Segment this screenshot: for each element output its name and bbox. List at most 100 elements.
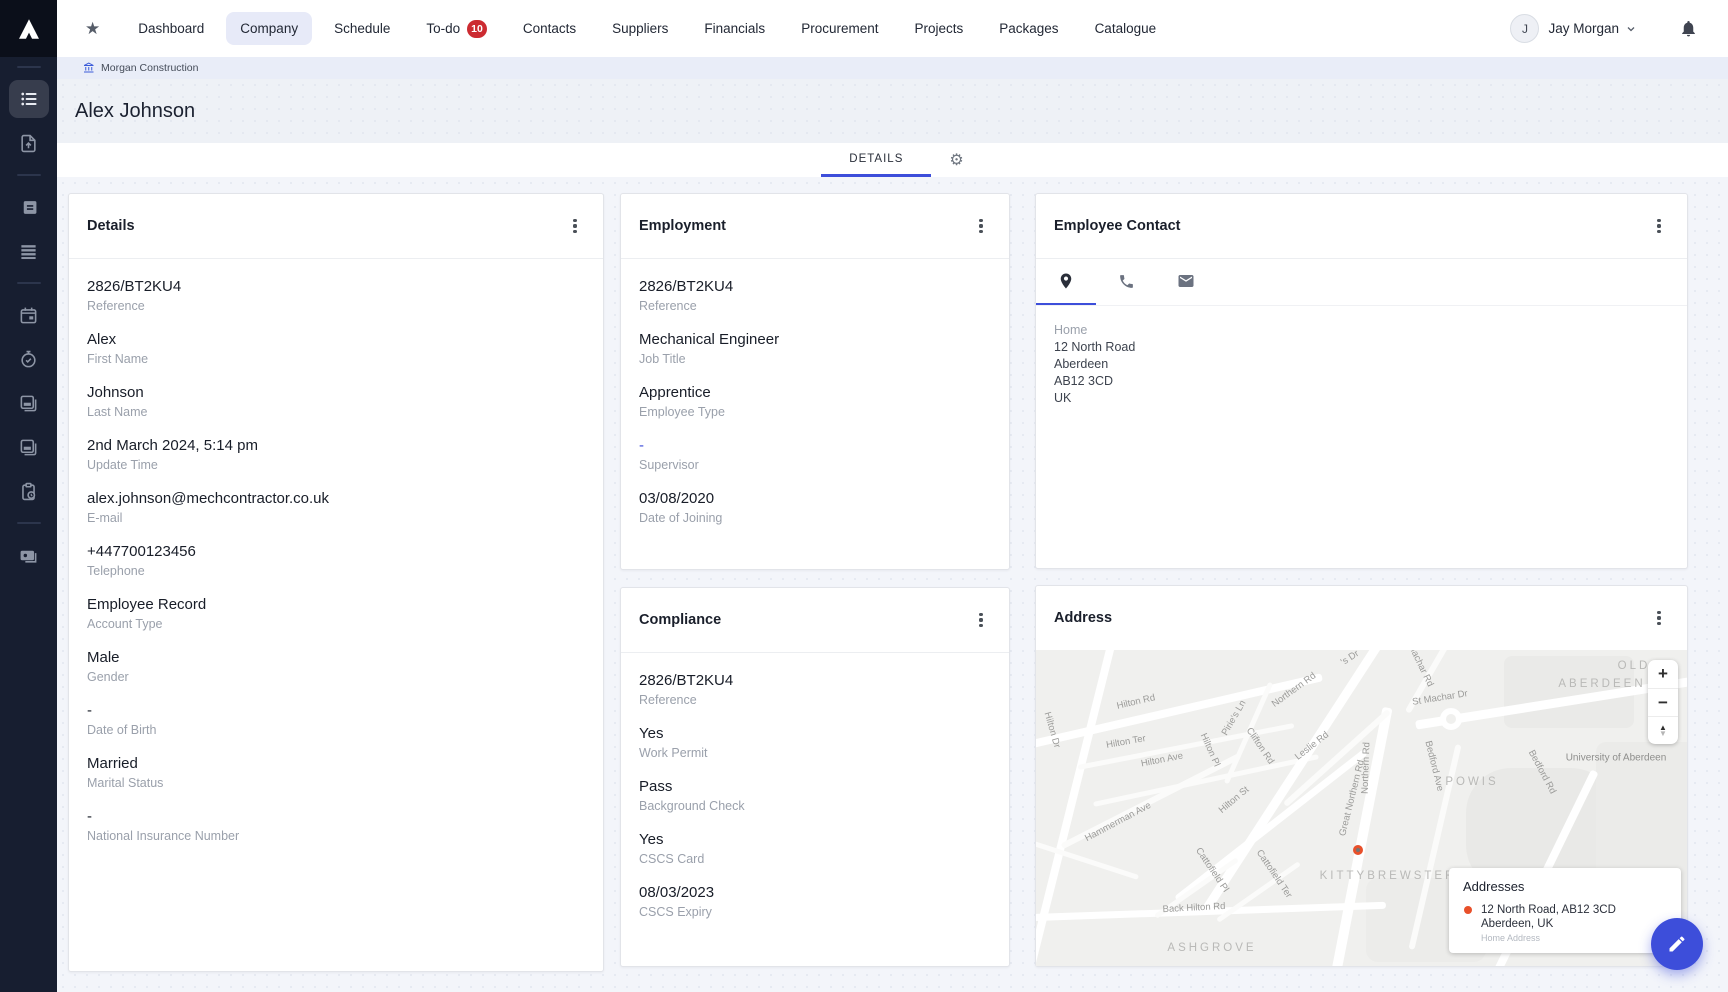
field-label: National Insurance Number — [87, 828, 585, 844]
field-value: +447700123456 — [87, 542, 585, 561]
field-group: +447700123456Telephone — [87, 542, 585, 579]
address-list-item[interactable]: 12 North Road, AB12 3CD Aberdeen, UK Hom… — [1463, 903, 1667, 943]
nav-item-projects[interactable]: Projects — [900, 12, 977, 45]
card-compliance: Compliance 2826/BT2KU4ReferenceYesWork P… — [620, 587, 1010, 967]
breadcrumb: Morgan Construction — [57, 57, 1728, 79]
map[interactable]: Hilton RdHilton DrHilton TerHilton AveHi… — [1036, 650, 1687, 966]
field-group: YesCSCS Card — [639, 830, 991, 867]
field-label: Reference — [87, 298, 585, 314]
field-label: Last Name — [87, 404, 585, 420]
zoom-in-button[interactable]: + — [1648, 660, 1678, 688]
map-marker-icon[interactable] — [1353, 845, 1363, 855]
user-menu[interactable]: Jay Morgan — [1548, 21, 1619, 36]
field-value: Married — [87, 754, 585, 773]
kebab-menu-icon[interactable] — [1649, 216, 1669, 236]
compliance-fields: 2826/BT2KU4ReferenceYesWork PermitPassBa… — [621, 653, 1009, 954]
field-label: Date of Birth — [87, 722, 585, 738]
zoom-out-button[interactable]: − — [1648, 688, 1678, 716]
field-label: Reference — [639, 692, 991, 708]
tilt-control-button[interactable]: ▲ ▼ — [1648, 716, 1678, 744]
field-value: Employee Record — [87, 595, 585, 614]
list-icon — [19, 89, 39, 109]
address-type: Home — [1054, 322, 1669, 339]
nav-item-suppliers[interactable]: Suppliers — [598, 12, 682, 45]
map-label: Hilton Rd — [1116, 692, 1157, 712]
field-value: 2826/BT2KU4 — [87, 277, 585, 296]
sidebar-item-clipboard-time[interactable] — [9, 472, 49, 510]
card-title: Address — [1054, 610, 1112, 626]
field-group: -National Insurance Number — [87, 807, 585, 844]
address-lines: 12 North RoadAberdeenAB12 3CDUK — [1054, 339, 1669, 407]
settings-gear-icon[interactable]: ⚙ — [949, 153, 963, 169]
sidebar-item-document[interactable] — [9, 188, 49, 226]
field-group: YesWork Permit — [639, 724, 991, 761]
map-label: Hilton St — [1217, 784, 1252, 816]
nav-item-procurement[interactable]: Procurement — [787, 12, 892, 45]
field-label: Gender — [87, 669, 585, 685]
sidebar-item-window-stack-1[interactable] — [9, 384, 49, 422]
map-label: ASHGROVE — [1167, 942, 1256, 954]
location-icon — [1057, 272, 1075, 290]
nav-item-dashboard[interactable]: Dashboard — [124, 12, 218, 45]
field-label: Background Check — [639, 798, 991, 814]
kebab-menu-icon[interactable] — [971, 216, 991, 236]
field-label: Supervisor — [639, 457, 991, 473]
avatar[interactable]: J — [1510, 14, 1539, 43]
address-marker-dot-icon — [1464, 906, 1472, 914]
app-logo[interactable] — [0, 0, 57, 57]
map-label: University of Aberdeen — [1566, 753, 1667, 764]
tab-phone[interactable] — [1096, 259, 1156, 305]
sidebar-item-list[interactable] — [9, 80, 49, 118]
nav-item-contacts[interactable]: Contacts — [509, 12, 590, 45]
sidebar-divider — [17, 522, 41, 524]
file-upload-icon — [19, 134, 38, 153]
top-right: J Jay Morgan — [1510, 14, 1728, 43]
company-building-icon — [83, 62, 95, 74]
sidebar-item-calendar[interactable] — [9, 296, 49, 334]
nav-item-to-do[interactable]: To-do10 — [412, 11, 500, 47]
map-label: ABERDEEN — [1558, 678, 1645, 690]
sidebar-item-file-upload[interactable] — [9, 124, 49, 162]
field-group: -Supervisor — [639, 436, 991, 473]
nav-item-schedule[interactable]: Schedule — [320, 12, 404, 45]
breadcrumb-company[interactable]: Morgan Construction — [101, 62, 198, 74]
field-value: Alex — [87, 330, 585, 349]
field-label: Date of Joining — [639, 510, 991, 526]
edit-fab-button[interactable] — [1651, 918, 1703, 970]
tab-address[interactable] — [1036, 259, 1096, 305]
nav-item-catalogue[interactable]: Catalogue — [1081, 12, 1171, 45]
address-line: UK — [1054, 390, 1669, 407]
sidebar-item-id-badge[interactable] — [9, 536, 49, 574]
field-group: ApprenticeEmployee Type — [639, 383, 991, 420]
card-title: Employee Contact — [1054, 218, 1181, 234]
field-group: Mechanical EngineerJob Title — [639, 330, 991, 367]
todo-count-badge: 10 — [467, 20, 487, 38]
card-address: Address — [1035, 585, 1688, 967]
kebab-menu-icon[interactable] — [1649, 608, 1669, 628]
card-employment: Employment 2826/BT2KU4ReferenceMechanica… — [620, 193, 1010, 570]
field-label: Account Type — [87, 616, 585, 632]
chevron-down-icon[interactable] — [1625, 23, 1637, 35]
edit-pencil-icon — [1667, 934, 1687, 954]
field-group: -Date of Birth — [87, 701, 585, 738]
tab-email[interactable] — [1156, 259, 1216, 305]
sidebar-item-timer[interactable] — [9, 340, 49, 378]
field-label: Reference — [639, 298, 991, 314]
favorites-star-icon[interactable]: ★ — [85, 19, 100, 39]
nav-item-packages[interactable]: Packages — [985, 12, 1072, 45]
sidebar — [0, 0, 57, 992]
notifications-bell-icon[interactable] — [1679, 19, 1698, 38]
nav-item-financials[interactable]: Financials — [690, 12, 779, 45]
kebab-menu-icon[interactable] — [971, 610, 991, 630]
addresses-overlay-title: Addresses — [1463, 879, 1667, 894]
rows-icon — [19, 242, 38, 261]
employment-fields: 2826/BT2KU4ReferenceMechanical EngineerJ… — [621, 259, 1009, 560]
map-label: KITTYBREWSTER — [1320, 870, 1457, 882]
nav-item-company[interactable]: Company — [226, 12, 312, 45]
kebab-menu-icon[interactable] — [565, 216, 585, 236]
field-value: Apprentice — [639, 383, 991, 402]
sidebar-item-rows[interactable] — [9, 232, 49, 270]
field-label: Job Title — [639, 351, 991, 367]
tab-details[interactable]: DETAILS — [821, 145, 931, 177]
sidebar-item-window-stack-2[interactable] — [9, 428, 49, 466]
